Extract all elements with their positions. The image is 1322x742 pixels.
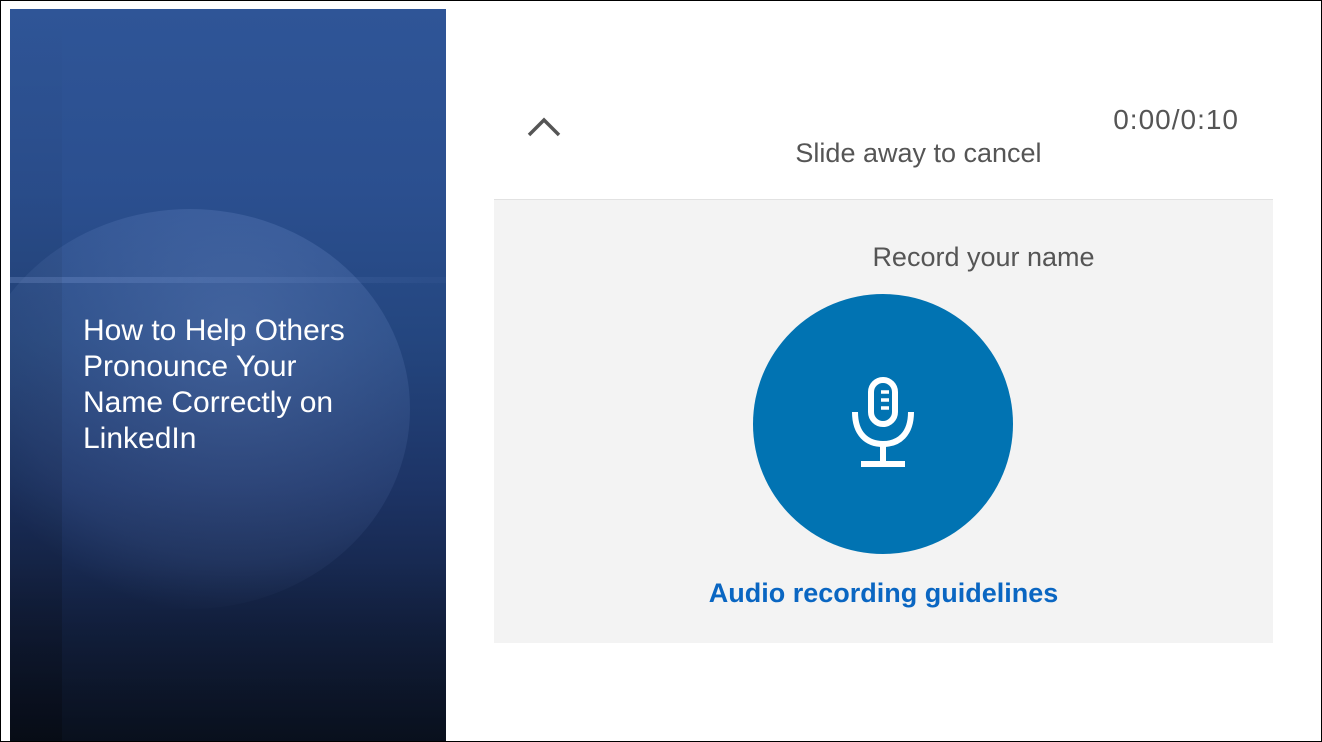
record-label: Record your name [872, 242, 1095, 272]
chevron-up-icon[interactable] [526, 113, 562, 139]
slide: How to Help Others Pronounce Your Name C… [0, 0, 1322, 742]
decorative-shade [10, 563, 446, 741]
record-button[interactable] [753, 294, 1013, 554]
slide-title: How to Help Others Pronounce Your Name C… [83, 314, 345, 455]
microphone-icon [852, 377, 914, 467]
recorder-screenshot: 0:00/0:10 Slide away to cancel Record yo… [494, 91, 1273, 643]
audio-guidelines-link[interactable]: Audio recording guidelines [494, 578, 1273, 609]
recording-timer: 0:00/0:10 [1113, 104, 1239, 135]
record-panel: Record your name Audio recording guideli… [494, 199, 1273, 643]
recorder-top-bar: 0:00/0:10 Slide away to cancel [494, 91, 1273, 199]
slide-cancel-hint: Slide away to cancel [795, 138, 1042, 168]
decorative-band [10, 277, 446, 283]
